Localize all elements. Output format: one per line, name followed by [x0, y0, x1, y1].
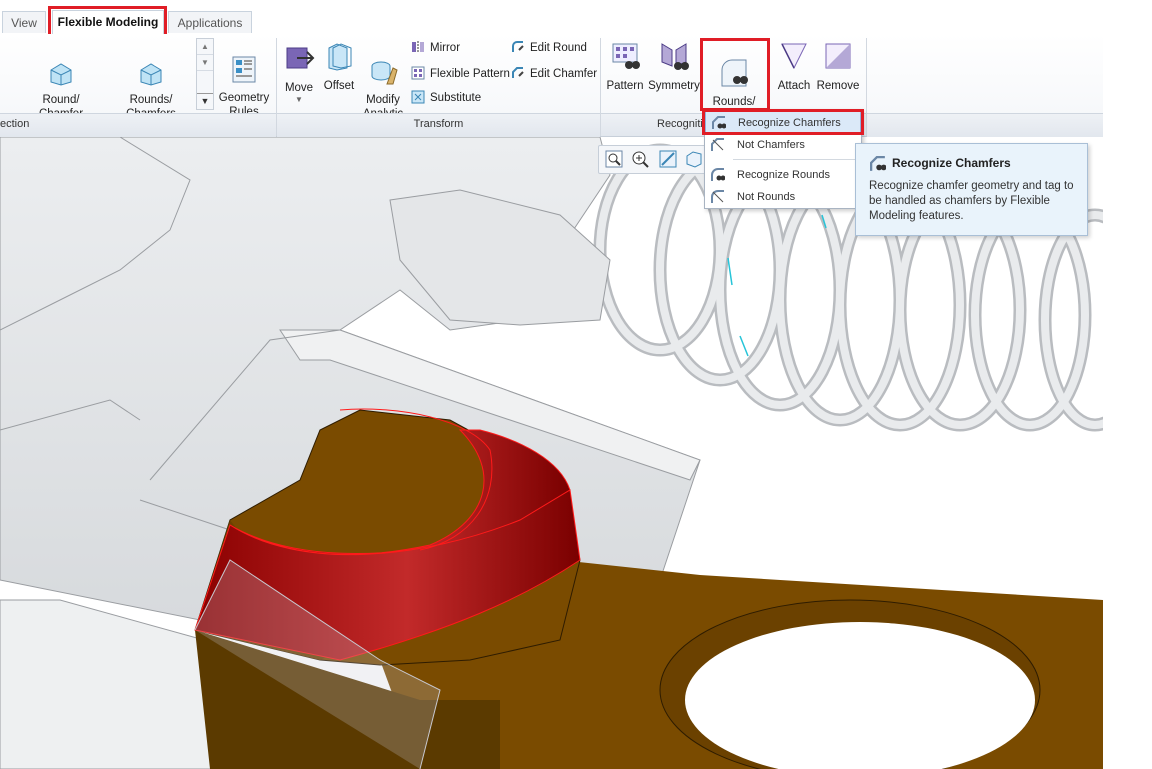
rounds-chamfers-dropdown-menu: Recognize Chamfers Not Chamfers Recogniz…: [704, 109, 862, 209]
edit-round-button[interactable]: Edit Round: [511, 40, 587, 56]
modify-analytic-icon: [371, 61, 398, 85]
substitute-button[interactable]: Substitute: [411, 90, 481, 106]
remove-icon: [825, 43, 851, 69]
symmetry-recognition-icon: [661, 43, 689, 70]
offset-label: Offset: [323, 80, 355, 92]
move-icon: [286, 47, 315, 69]
tab-flexible-modeling-label: Flexible Modeling: [57, 15, 159, 29]
tab-applications-label: Applications: [177, 16, 243, 30]
pattern-recognition-icon: [612, 43, 640, 69]
gallery-up-arrow-icon[interactable]: ▲: [197, 39, 213, 55]
mirror-icon: [412, 41, 424, 53]
edit-chamfer-label: Edit Chamfer: [530, 68, 598, 80]
not-chamfers-label: Not Chamfers: [737, 139, 805, 151]
group-recognition-text: Recogniti: [657, 118, 703, 130]
not-rounds-label: Not Rounds: [737, 191, 796, 203]
recognize-rounds-icon: [711, 168, 725, 181]
group-selection-text: ection: [0, 118, 30, 130]
gallery-scroller[interactable]: ▲ ▼ ▼: [196, 38, 214, 110]
mirror-label: Mirror: [430, 42, 461, 54]
menu-item-not-chamfers[interactable]: Not Chamfers: [705, 134, 861, 156]
round-chamfer-icon: [50, 63, 72, 86]
tooltip-body: Recognize chamfer geometry and tag to be…: [869, 180, 1074, 222]
zoom-window-icon[interactable]: [659, 150, 677, 168]
group-label-selection: ection: [0, 113, 276, 137]
pattern-label: Pattern: [606, 80, 644, 92]
offset-button[interactable]: Offset: [320, 40, 358, 93]
rounds-chamfers-icon: [140, 63, 162, 86]
remove-button[interactable]: Remove: [816, 40, 860, 93]
flexible-pattern-button[interactable]: Flexible Pattern: [411, 66, 510, 82]
menu-item-not-rounds[interactable]: Not Rounds: [705, 186, 861, 208]
symmetry-button[interactable]: Symmetry: [648, 40, 700, 93]
not-chamfers-icon: [711, 138, 724, 151]
attach-icon: [781, 43, 807, 70]
geometry-rules-icon: [232, 56, 256, 83]
gallery-down-arrow-icon[interactable]: ▼: [197, 55, 213, 71]
mirror-button[interactable]: Mirror: [411, 40, 460, 56]
pattern-button[interactable]: Pattern: [604, 40, 646, 93]
remove-label: Remove: [816, 80, 860, 92]
tooltip-title: Recognize Chamfers: [892, 156, 1011, 170]
group-label-empty: [867, 113, 1103, 137]
ribbon-panel: Round/ Chamfer Rounds/ Chamfers ▲ ▼ ▼ Ge…: [0, 34, 1103, 146]
tooltip-recognize-chamfers: Recognize Chamfers Recognize chamfer geo…: [855, 143, 1088, 236]
group-transform-text: Transform: [413, 118, 464, 130]
symmetry-label: Symmetry: [648, 80, 700, 92]
move-label: Move: [284, 82, 314, 94]
attach-label: Attach: [777, 80, 811, 92]
edit-round-label: Edit Round: [530, 42, 587, 54]
app-window: View Flexible Modeling Applications Roun…: [0, 0, 1103, 769]
tooltip-recognize-chamfers-icon: [870, 156, 886, 171]
move-button[interactable]: Move ▼: [280, 42, 318, 105]
view-toolbar: [598, 145, 710, 174]
recognize-chamfers-icon: [712, 116, 726, 129]
recognize-rounds-label: Recognize Rounds: [737, 169, 830, 181]
recognize-chamfers-label: Recognize Chamfers: [738, 117, 841, 129]
tab-flexible-modeling[interactable]: Flexible Modeling: [52, 10, 164, 34]
flexible-pattern-label: Flexible Pattern: [430, 68, 510, 80]
rounds-chamfers-recognition-icon: [721, 59, 748, 87]
zoom-in-icon[interactable]: [631, 150, 649, 168]
edit-chamfer-button[interactable]: Edit Chamfer: [511, 66, 597, 82]
group-label-transform: Transform: [277, 113, 600, 137]
substitute-label: Substitute: [430, 92, 482, 104]
tab-view-label: View: [11, 16, 37, 30]
gallery-expand-icon[interactable]: ▼: [197, 93, 213, 109]
saved-views-icon[interactable]: [685, 150, 703, 168]
ribbon-tab-bar: View Flexible Modeling Applications: [0, 0, 1103, 37]
offset-icon: [328, 43, 352, 71]
edit-round-icon: [512, 41, 524, 52]
edit-chamfer-icon: [512, 67, 524, 78]
menu-item-recognize-chamfers[interactable]: Recognize Chamfers: [705, 111, 861, 133]
zoom-fit-icon[interactable]: [605, 150, 623, 168]
substitute-icon: [411, 90, 425, 104]
not-rounds-icon: [711, 190, 724, 203]
move-dropdown-arrow-icon[interactable]: ▼: [280, 95, 318, 105]
tab-applications[interactable]: Applications: [168, 11, 252, 33]
flexible-pattern-icon: [411, 66, 425, 80]
menu-item-recognize-rounds[interactable]: Recognize Rounds: [705, 164, 861, 186]
menu-separator: [733, 159, 857, 160]
attach-button[interactable]: Attach: [774, 40, 814, 93]
tab-view[interactable]: View: [2, 11, 46, 33]
